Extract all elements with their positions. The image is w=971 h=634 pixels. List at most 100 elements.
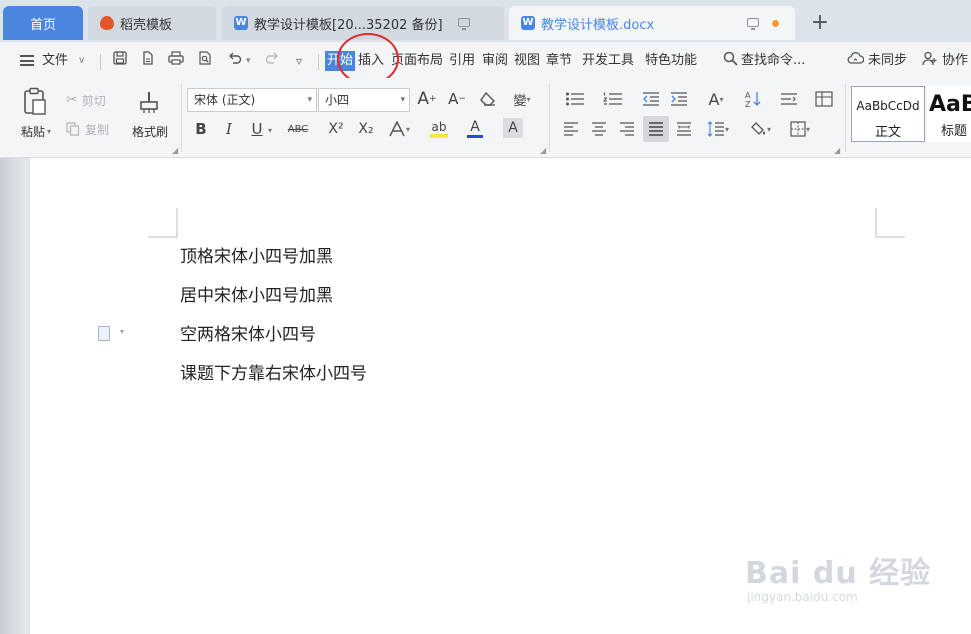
change-case-icon[interactable]: A ▾ bbox=[700, 88, 732, 110]
style-normal[interactable]: AaBbCcDd 正文 bbox=[851, 86, 925, 142]
line-spacing-icon[interactable]: ▾ bbox=[702, 118, 734, 140]
phonetic-guide-icon[interactable]: 變 ▾ bbox=[507, 88, 537, 110]
chevron-down-icon[interactable]: ▾ bbox=[120, 327, 124, 336]
style-heading-label: 标题 bbox=[941, 124, 968, 139]
paragraph-dialog-launcher-icon[interactable]: ◢ bbox=[834, 146, 840, 155]
increase-indent-icon[interactable] bbox=[668, 88, 690, 110]
font-name-value: 宋体 (正文) bbox=[194, 93, 256, 107]
tab-daoke-templates[interactable]: 稻壳模板 bbox=[88, 6, 216, 40]
decrease-indent-icon[interactable] bbox=[640, 88, 662, 110]
italic-button[interactable]: I bbox=[220, 118, 238, 140]
distributed-align-icon[interactable] bbox=[673, 118, 695, 140]
paragraph[interactable]: 居中宋体小四号加黑 bbox=[180, 285, 333, 307]
superscript-button[interactable]: X² bbox=[324, 118, 348, 140]
menu-tab-references[interactable]: 引用 bbox=[449, 51, 475, 71]
menu-tab-view[interactable]: 视图 bbox=[514, 51, 540, 71]
shrink-font-icon[interactable]: A − bbox=[446, 88, 468, 110]
format-painter-icon[interactable] bbox=[132, 86, 166, 118]
margin-corner-top-left bbox=[148, 208, 178, 238]
highlight-color-icon[interactable]: ab bbox=[424, 118, 454, 140]
export-pdf-icon[interactable] bbox=[138, 51, 158, 71]
chevron-down-icon[interactable]: ▾ bbox=[268, 126, 272, 135]
divider bbox=[318, 54, 319, 70]
margin-corner-top-right bbox=[875, 208, 905, 238]
sort-icon[interactable]: AZ bbox=[742, 88, 764, 110]
font-size-select[interactable]: 小四 ▾ bbox=[318, 88, 410, 112]
paragraph[interactable]: 课题下方靠右宋体小四号 bbox=[180, 363, 367, 385]
paste-icon[interactable] bbox=[14, 86, 56, 118]
tab-home-label: 首页 bbox=[29, 17, 56, 33]
bullet-list-icon[interactable] bbox=[560, 88, 590, 110]
style-heading[interactable]: AaB 标题 bbox=[927, 86, 971, 142]
watermark-brand: Bai du 经验 bbox=[745, 556, 932, 591]
watermark-url: jingyan.baidu.com bbox=[747, 590, 858, 604]
cut-button[interactable]: ✂ 剪切 bbox=[66, 91, 106, 109]
style-normal-label: 正文 bbox=[874, 125, 901, 140]
paragraph-shading-icon[interactable]: ▾ bbox=[744, 118, 776, 140]
justify-icon[interactable] bbox=[643, 116, 669, 142]
text-effects-icon[interactable]: ▾ bbox=[386, 118, 412, 140]
align-center-icon[interactable] bbox=[588, 118, 610, 140]
unsaved-indicator-dot bbox=[772, 20, 779, 27]
character-shading-icon[interactable]: A bbox=[503, 118, 523, 138]
table-insert-icon[interactable] bbox=[812, 88, 836, 110]
tab-daoke-label: 稻壳模板 bbox=[120, 17, 173, 33]
underline-button[interactable]: U bbox=[248, 118, 266, 140]
format-painter-button[interactable]: 格式刷 bbox=[128, 122, 172, 140]
font-dialog-launcher-icon[interactable]: ◢ bbox=[540, 146, 546, 155]
tab-home[interactable]: 首页 bbox=[3, 6, 83, 40]
paste-button[interactable]: 粘贴 ▾ bbox=[14, 122, 58, 140]
customize-quick-access-icon[interactable]: ▿ bbox=[296, 51, 302, 71]
tab-bar: 首页 稻壳模板 W 教学设计模板[20...35202 备份] W 教学设计模板… bbox=[0, 0, 971, 42]
strikethrough-button[interactable]: ABC bbox=[284, 118, 312, 140]
chevron-down-icon[interactable]: ∨ bbox=[78, 51, 85, 71]
new-tab-button[interactable]: + bbox=[808, 8, 832, 38]
scissors-icon: ✂ bbox=[66, 92, 78, 108]
borders-icon[interactable]: ▾ bbox=[784, 118, 816, 140]
left-margin-bar bbox=[0, 158, 28, 634]
menu-tab-special[interactable]: 特色功能 bbox=[645, 51, 697, 71]
monitor-icon[interactable] bbox=[747, 18, 759, 30]
cloud-sync-icon[interactable] bbox=[845, 51, 865, 71]
bold-button[interactable]: B bbox=[192, 118, 210, 140]
show-hide-marks-icon[interactable] bbox=[774, 88, 804, 110]
align-left-icon[interactable] bbox=[560, 118, 582, 140]
print-preview-icon[interactable] bbox=[195, 51, 215, 71]
undo-icon[interactable] bbox=[224, 51, 244, 71]
collaborate-user-icon[interactable] bbox=[920, 51, 940, 71]
menu-tab-developer[interactable]: 开发工具 bbox=[582, 51, 634, 71]
copy-button[interactable]: 复制 bbox=[66, 120, 109, 138]
menu-bar: 文件 ∨ ▾ ▿ 开始 插入 页面布局 引用 审阅 视图 章节 开发工具 特色功… bbox=[0, 42, 971, 78]
numbered-list-icon[interactable] bbox=[598, 88, 628, 110]
sync-status[interactable]: 未同步 bbox=[868, 51, 907, 71]
align-right-icon[interactable] bbox=[616, 118, 638, 140]
divider bbox=[100, 54, 101, 70]
undo-dropdown-icon[interactable]: ▾ bbox=[246, 51, 251, 71]
command-search-field[interactable]: 查找命令... bbox=[741, 51, 805, 71]
menu-tab-review[interactable]: 审阅 bbox=[482, 51, 508, 71]
redo-icon[interactable] bbox=[262, 51, 282, 71]
save-icon[interactable] bbox=[110, 51, 130, 71]
divider bbox=[181, 84, 182, 152]
search-icon[interactable] bbox=[720, 51, 740, 71]
paragraph-handle-icon[interactable] bbox=[98, 326, 110, 341]
writer-doc-icon: W bbox=[234, 16, 248, 30]
grow-font-icon[interactable]: A + bbox=[416, 88, 438, 110]
subscript-button[interactable]: X₂ bbox=[354, 118, 378, 140]
menu-tab-chapter[interactable]: 章节 bbox=[546, 51, 572, 71]
divider bbox=[549, 84, 550, 152]
svg-text:A: A bbox=[745, 91, 751, 100]
font-name-select[interactable]: 宋体 (正文) ▾ bbox=[187, 88, 317, 112]
font-color-icon[interactable]: A bbox=[462, 118, 488, 140]
monitor-icon[interactable] bbox=[458, 18, 470, 30]
collaborate-button[interactable]: 协作 bbox=[942, 51, 968, 71]
clear-format-icon[interactable] bbox=[477, 88, 499, 110]
paragraph[interactable]: 空两格宋体小四号 bbox=[180, 324, 316, 346]
tab-current-document[interactable]: W 教学设计模板.docx bbox=[509, 6, 795, 40]
menu-file[interactable]: 文件 bbox=[42, 51, 68, 71]
style-normal-preview: AaBbCcDd bbox=[856, 99, 920, 113]
paragraph[interactable]: 顶格宋体小四号加黑 bbox=[180, 246, 333, 268]
clipboard-dialog-launcher-icon[interactable]: ◢ bbox=[172, 146, 178, 155]
print-icon[interactable] bbox=[166, 51, 186, 71]
hamburger-menu-icon[interactable] bbox=[20, 55, 34, 66]
